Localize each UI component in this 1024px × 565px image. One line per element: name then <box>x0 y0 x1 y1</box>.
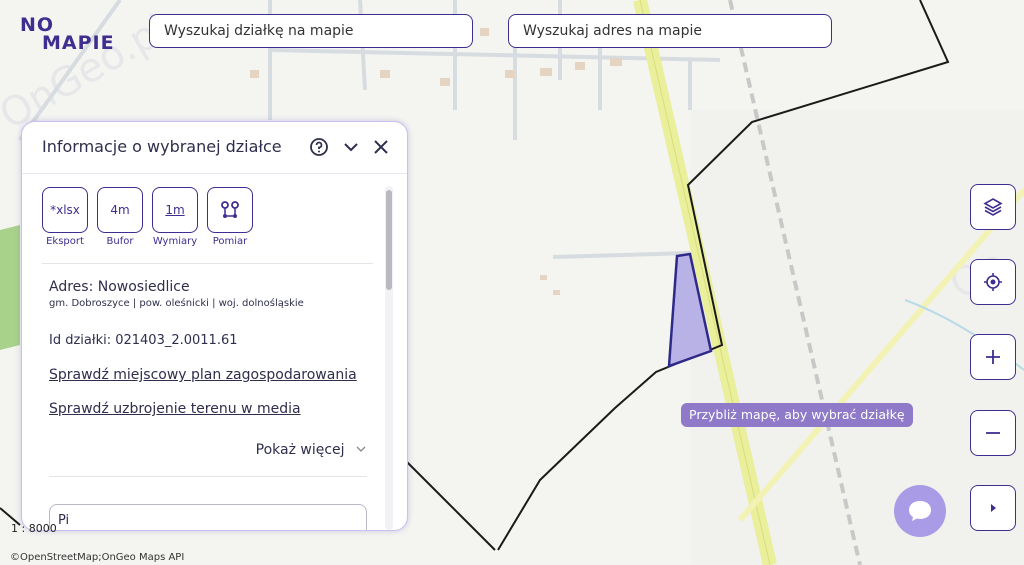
parcel-name-field[interactable]: Pi <box>49 504 367 530</box>
address-line: Adres: Nowosiedlice <box>49 279 190 295</box>
export-label: Eksport <box>46 236 84 247</box>
chevron-down-icon <box>356 446 366 452</box>
dimensions-label: Wymiary <box>152 236 198 247</box>
chat-icon <box>909 501 931 521</box>
measure-label: Pomiar <box>212 236 248 247</box>
chevron-down-icon[interactable] <box>340 136 362 158</box>
export-xlsx-button[interactable]: *xlsx <box>42 187 88 233</box>
scrollbar-thumb[interactable] <box>386 190 392 290</box>
zoom-out-button[interactable] <box>970 410 1016 456</box>
zoom-in-icon <box>986 350 1000 364</box>
buffer-button[interactable]: 4m <box>97 187 143 233</box>
show-more-button[interactable]: Pokaż więcej <box>256 442 367 458</box>
zoom-hint-tooltip: Przybliż mapę, aby wybrać działkę <box>681 403 913 427</box>
map-attribution[interactable]: ©OpenStreetMap;OnGeo Maps API <box>10 552 184 563</box>
dimensions-button[interactable]: 1m <box>152 187 198 233</box>
measure-button[interactable] <box>207 187 253 233</box>
close-icon[interactable] <box>370 136 392 158</box>
field-label: Pi <box>58 513 70 528</box>
locate-button[interactable] <box>970 259 1016 305</box>
divider <box>22 173 407 174</box>
locate-icon <box>984 273 1002 291</box>
divider <box>49 476 367 477</box>
expand-panel-button[interactable] <box>970 485 1016 531</box>
buffer-label: Bufor <box>106 236 134 247</box>
map-scale: 1 : 8000 <box>11 522 57 535</box>
chat-button[interactable] <box>894 485 946 537</box>
parcel-info-panel: Informacje o wybranej działce *xlsx Eksp… <box>21 121 408 531</box>
expand-icon <box>991 504 996 512</box>
route-icon <box>221 201 239 218</box>
ruler-icon: 1m <box>165 203 185 217</box>
layers-icon <box>983 198 1003 216</box>
zoning-plan-link[interactable]: Sprawdź miejscowy plan zagospodarowania <box>49 367 357 383</box>
parcel-id: Id działki: 021403_2.0011.61 <box>49 333 238 348</box>
address-search-input[interactable] <box>508 14 832 48</box>
zoom-out-icon <box>986 432 1000 434</box>
zoom-in-button[interactable] <box>970 334 1016 380</box>
logo-text-bottom: MAPIE <box>42 32 115 54</box>
help-icon[interactable] <box>308 136 330 158</box>
xlsx-icon: *xlsx <box>50 203 80 217</box>
utilities-link[interactable]: Sprawdź uzbrojenie terenu w media <box>49 401 301 417</box>
buffer-icon: 4m <box>110 203 130 217</box>
panel-title: Informacje o wybranej działce <box>42 137 282 156</box>
logo[interactable]: NO MAPIE <box>20 14 120 54</box>
divider <box>42 263 373 264</box>
layers-button[interactable] <box>970 184 1016 230</box>
address-detail: gm. Dobroszyce | pow. oleśnicki | woj. d… <box>49 298 304 309</box>
show-more-label: Pokaż więcej <box>255 442 345 458</box>
parcel-search-input[interactable] <box>149 14 473 48</box>
